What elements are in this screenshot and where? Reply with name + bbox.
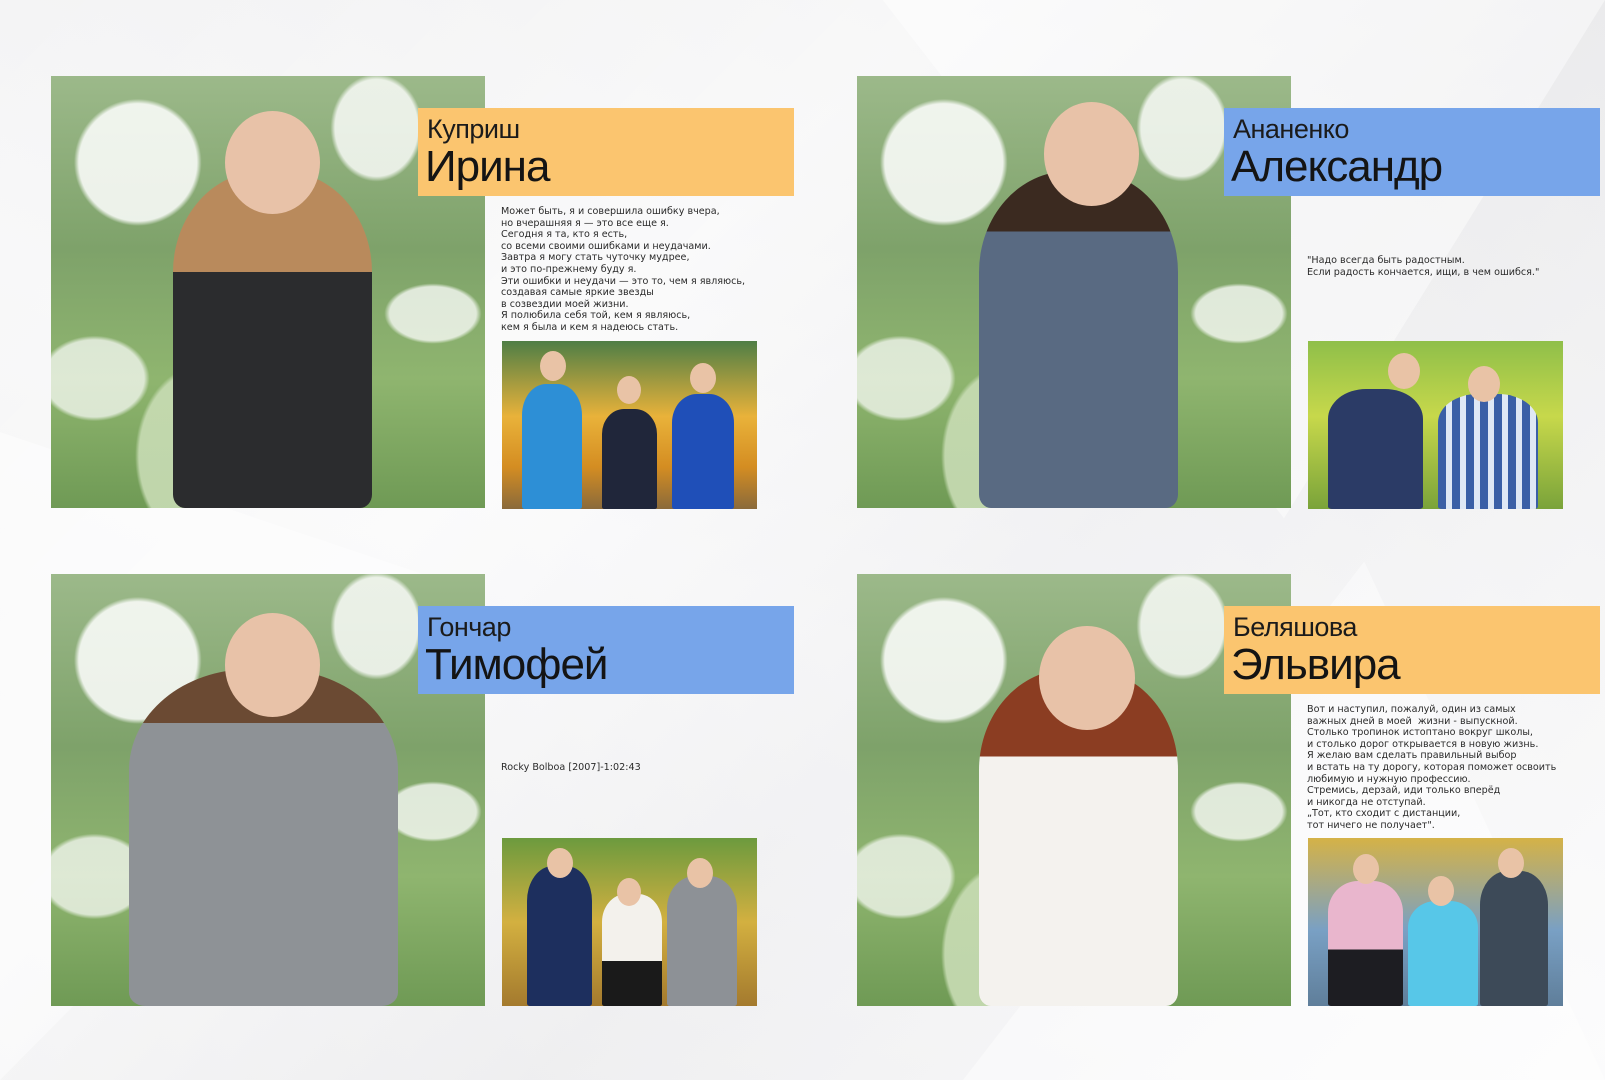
group-figure [522,384,582,509]
group-face [690,363,716,393]
group-figure [1328,881,1403,1006]
portrait-face [224,110,321,215]
student-name: Эльвира [1231,640,1401,689]
student-panel-belyashova: Беляшова Эльвира Вот и наступил, пожалуй… [857,574,1605,1006]
student-panel-ananenko: Ананенко Александр "Надо всегда быть рад… [857,76,1605,509]
student-quote: Rocky Bolboa [2007]-1:02:43 [501,762,641,773]
group-face [1468,366,1500,402]
group-photo [502,838,757,1006]
portrait-figure [129,669,399,1006]
group-face [540,351,566,381]
name-banner: Беляшова Эльвира [1224,606,1600,694]
student-surname: Куприш [427,114,520,144]
student-panel-gonchar: Гончар Тимофей Rocky Bolboa [2007]-1:02:… [51,574,807,1006]
student-quote: Вот и наступил, пожалуй, один из самых в… [1307,704,1557,831]
group-face [1428,876,1454,906]
portrait-figure [978,171,1179,508]
group-photo [1308,341,1563,509]
group-face [1388,353,1420,389]
portrait-face [1039,625,1135,730]
group-figure [672,394,734,509]
group-figure [667,876,737,1006]
group-figure [602,894,662,1006]
group-photo [1308,838,1563,1006]
student-name: Ирина [425,142,550,191]
group-photo [502,341,757,509]
student-surname: Беляшова [1233,612,1357,642]
group-face [547,848,573,878]
group-figure [1438,394,1538,509]
group-face [617,376,641,404]
portrait-face [224,612,321,717]
group-figure [1328,389,1423,509]
group-figure [602,409,657,509]
group-figure [1408,901,1478,1006]
group-figure [1480,871,1548,1006]
student-name: Тимофей [425,640,608,689]
group-face [1353,854,1379,884]
group-face [617,878,641,906]
student-quote: Может быть, я и совершила ошибку вчера, … [501,206,746,333]
name-banner: Гончар Тимофей [418,606,794,694]
group-face [1498,848,1524,878]
student-surname: Ананенко [1233,114,1349,144]
student-surname: Гончар [427,612,511,642]
portrait-face [1043,101,1140,206]
student-quote: "Надо всегда быть радостным. Если радост… [1307,255,1540,278]
group-figure [527,866,592,1006]
name-banner: Куприш Ирина [418,108,794,196]
portrait-figure [172,171,373,508]
name-banner: Ананенко Александр [1224,108,1600,196]
group-face [687,858,713,888]
student-panel-kuprish: Куприш Ирина Может быть, я и совершила о… [51,76,807,509]
student-name: Александр [1231,142,1443,191]
